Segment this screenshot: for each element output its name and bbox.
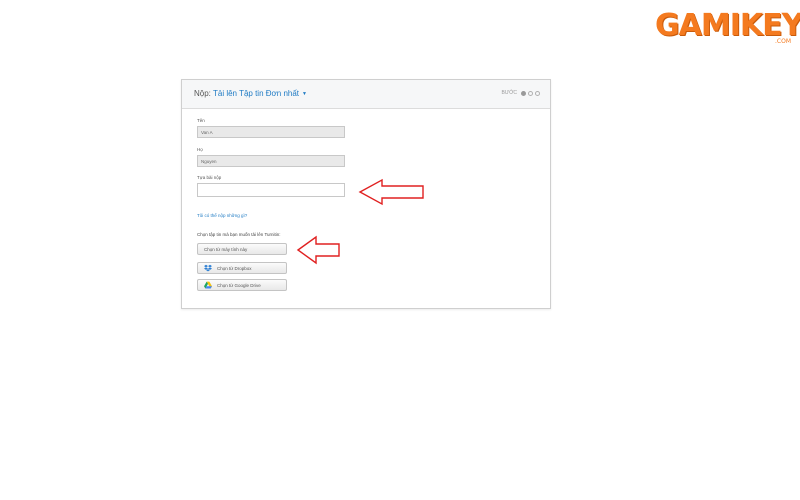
step-dot-icon: [528, 90, 533, 96]
submission-title-label: Tựa bài nộp: [197, 175, 222, 180]
first-name-label: Tên: [197, 118, 205, 123]
first-name-input[interactable]: Van A: [197, 126, 345, 138]
title-prefix: Nộp:: [194, 89, 211, 98]
arrow-left-annotation-icon: [358, 178, 424, 206]
upload-type-dropdown[interactable]: Tải lên Tập tin Đơn nhất: [213, 89, 299, 98]
last-name-label: Họ: [197, 147, 203, 152]
arrow-left-annotation-icon: [296, 235, 340, 265]
choose-from-google-drive-label: Chọn từ Google Drive: [217, 282, 261, 288]
choose-from-google-drive-button[interactable]: Chọn từ Google Drive: [197, 279, 287, 291]
steps-label: BƯỚC: [501, 90, 517, 96]
dialog-title: Nộp: Tải lên Tập tin Đơn nhất ▼: [194, 89, 307, 98]
logo-suffix: .COM: [775, 38, 791, 45]
dropbox-icon: [204, 264, 212, 272]
choose-from-dropbox-label: Chọn từ Dropbox: [217, 265, 252, 271]
dialog-header: Nộp: Tải lên Tập tin Đơn nhất ▼ BƯỚC: [182, 80, 550, 109]
what-can-i-submit-link[interactable]: Tôi có thể nộp những gì?: [197, 213, 247, 218]
last-name-input[interactable]: Nguyen: [197, 155, 345, 167]
step-dot-icon: [535, 90, 540, 96]
caret-down-icon[interactable]: ▼: [302, 91, 307, 97]
choose-from-dropbox-button[interactable]: Chọn từ Dropbox: [197, 262, 287, 274]
choose-file-label: Chọn tập tin mà bạn muốn tải lên Turniti…: [197, 232, 281, 237]
choose-from-computer-label: Chọn từ máy tính này: [204, 246, 248, 252]
choose-from-computer-button[interactable]: Chọn từ máy tính này: [197, 243, 287, 255]
step-indicator: BƯỚC: [501, 90, 540, 96]
step-dot-icon: [521, 90, 526, 96]
google-drive-icon: [204, 281, 212, 289]
submission-title-input[interactable]: [197, 183, 345, 197]
gamikey-logo: GAMIKEY .COM: [655, 8, 800, 48]
